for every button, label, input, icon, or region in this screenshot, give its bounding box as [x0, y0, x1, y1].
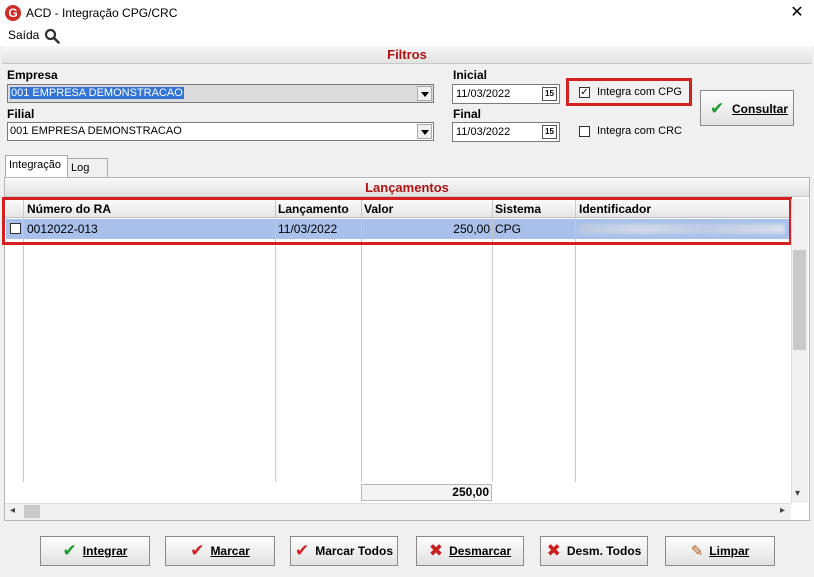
integra-cpg-label: Integra com CPG: [597, 86, 682, 98]
chevron-down-icon[interactable]: [417, 124, 432, 139]
horizontal-scrollbar[interactable]: [5, 503, 791, 520]
desmarcar-button[interactable]: ✖ Desmarcar: [416, 536, 524, 566]
scroll-left-icon[interactable]: ◂: [10, 505, 15, 516]
integra-crc-label: Integra com CRC: [597, 125, 682, 137]
empresa-value: 001 EMPRESA DEMONSTRACAO: [10, 87, 184, 99]
integrar-label: Integrar: [82, 544, 128, 558]
window-title: ACD - Integração CPG/CRC: [26, 6, 178, 20]
empresa-combobox[interactable]: 001 EMPRESA DEMONSTRACAO: [7, 84, 434, 103]
inicial-label: Inicial: [453, 68, 488, 82]
red-checkmark-icon: ✔: [190, 541, 205, 560]
marcar-todos-label: Marcar Todos: [315, 544, 394, 558]
red-checkmark-icon: ✔: [294, 541, 310, 560]
scroll-down-icon[interactable]: ▾: [795, 488, 800, 499]
vertical-scroll-thumb[interactable]: [793, 250, 806, 350]
close-icon[interactable]: ✕: [780, 0, 814, 26]
filial-label: Filial: [7, 107, 35, 121]
limpar-button[interactable]: ✎ Limpar: [665, 536, 775, 566]
scroll-right-icon[interactable]: ▸: [780, 505, 785, 516]
desm-todos-label: Desm. Todos: [566, 544, 642, 558]
desm-todos-button[interactable]: ✖ Desm. Todos: [540, 536, 648, 566]
inicial-date-field[interactable]: 11/03/2022 15: [452, 84, 560, 104]
calendar-icon[interactable]: 15: [542, 87, 557, 101]
marcar-button[interactable]: ✔ Marcar: [165, 536, 275, 566]
consultar-button[interactable]: ✔ Consultar: [700, 90, 794, 126]
search-icon[interactable]: [44, 28, 60, 44]
vertical-scrollbar[interactable]: [791, 199, 808, 503]
valor-total: 250,00: [361, 484, 492, 501]
menu-bar: [0, 26, 814, 46]
marcar-label: Marcar: [210, 544, 250, 558]
chevron-down-icon[interactable]: [417, 86, 432, 101]
horizontal-scroll-thumb[interactable]: [24, 505, 40, 518]
consultar-label: Consultar: [732, 102, 789, 116]
inicial-date-value: 11/03/2022: [456, 88, 511, 100]
checkmark-icon: ✔: [710, 99, 725, 118]
final-date-field[interactable]: 11/03/2022 15: [452, 122, 560, 142]
app-logo-icon: G: [5, 5, 21, 21]
menu-item-saida[interactable]: Saída: [8, 28, 39, 42]
calendar-icon[interactable]: 15: [542, 125, 557, 139]
final-label: Final: [453, 107, 482, 121]
lancamentos-header: Lançamentos: [5, 179, 809, 197]
limpar-label: Limpar: [709, 544, 750, 558]
integra-cpg-checkbox[interactable]: ✓: [579, 87, 590, 98]
brush-icon: ✎: [690, 543, 704, 560]
empresa-label: Empresa: [7, 68, 58, 82]
tab-integracao[interactable]: Integração: [5, 155, 68, 177]
integra-crc-checkbox[interactable]: [579, 126, 590, 137]
filial-combobox[interactable]: 001 EMPRESA DEMONSTRACAO: [7, 122, 434, 141]
final-date-value: 11/03/2022: [456, 126, 511, 138]
x-icon: ✖: [546, 541, 561, 560]
x-icon: ✖: [428, 541, 444, 560]
grid-highlight: [2, 197, 792, 245]
marcar-todos-button[interactable]: ✔ Marcar Todos: [290, 536, 398, 566]
filtros-header: Filtros: [2, 46, 812, 64]
checkmark-icon: ✔: [62, 541, 77, 560]
filial-value: 001 EMPRESA DEMONSTRACAO: [10, 125, 182, 137]
tab-log[interactable]: Log: [68, 158, 108, 177]
integrar-button[interactable]: ✔ Integrar: [40, 536, 150, 566]
desmarcar-label: Desmarcar: [449, 544, 512, 558]
